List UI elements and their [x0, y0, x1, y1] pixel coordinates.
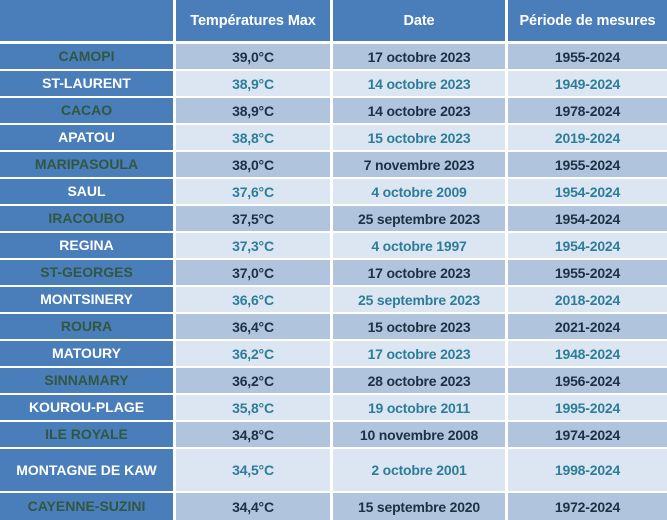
cell-date: 15 octobre 2023: [333, 125, 508, 152]
cell-station: SINNAMARY: [0, 368, 176, 395]
column-header-station: [0, 0, 176, 44]
cell-period: 1955-2024: [508, 44, 667, 71]
cell-period: 1954-2024: [508, 206, 667, 233]
table-row: SINNAMARY 36,2°C 28 octobre 2023 1956-2024: [0, 368, 667, 395]
cell-date: 28 octobre 2023: [333, 368, 508, 395]
cell-period: 1978-2024: [508, 98, 667, 125]
cell-temperature: 34,4°C: [176, 493, 333, 520]
table-row: ST-LAURENT 38,9°C 14 octobre 2023 1949-2024: [0, 71, 667, 98]
cell-station: ROURA: [0, 314, 176, 341]
cell-date: 4 octobre 1997: [333, 233, 508, 260]
cell-temperature: 38,0°C: [176, 152, 333, 179]
cell-period: 1998-2024: [508, 449, 667, 493]
cell-station: KOUROU-PLAGE: [0, 395, 176, 422]
cell-period: 2018-2024: [508, 287, 667, 314]
table-row: ILE ROYALE 34,8°C 10 novembre 2008 1974-202…: [0, 422, 667, 449]
cell-temperature: 38,8°C: [176, 125, 333, 152]
cell-date: 4 octobre 2009: [333, 179, 508, 206]
cell-date: 25 septembre 2023: [333, 206, 508, 233]
table-row: ROURA 36,4°C 15 octobre 2023 2021-2024: [0, 314, 667, 341]
cell-station: IRACOUBO: [0, 206, 176, 233]
cell-date: 17 octobre 2023: [333, 260, 508, 287]
cell-temperature: 37,5°C: [176, 206, 333, 233]
cell-period: 1948-2024: [508, 341, 667, 368]
table-row: CACAO 38,9°C 14 octobre 2023 1978-2024: [0, 98, 667, 125]
cell-date: 15 septembre 2020: [333, 493, 508, 520]
cell-temperature: 35,8°C: [176, 395, 333, 422]
column-header-period: Période de mesures: [508, 0, 667, 44]
cell-temperature: 36,2°C: [176, 368, 333, 395]
cell-period: 1956-2024: [508, 368, 667, 395]
cell-period: 1955-2024: [508, 152, 667, 179]
table-row: MARIPASOULA 38,0°C 7 novembre 2023 1955-202…: [0, 152, 667, 179]
cell-period: 1995-2024: [508, 395, 667, 422]
cell-period: 1954-2024: [508, 233, 667, 260]
cell-period: 1949-2024: [508, 71, 667, 98]
column-header-temperature: Températures Max: [176, 0, 333, 44]
cell-station: APATOU: [0, 125, 176, 152]
cell-date: 10 novembre 2008: [333, 422, 508, 449]
column-header-date: Date: [333, 0, 508, 44]
cell-date: 17 octobre 2023: [333, 44, 508, 71]
cell-period: 2019-2024: [508, 125, 667, 152]
table-row: CAYENNE-SUZINI 34,4°C 15 septembre 2020 197…: [0, 493, 667, 520]
table-row: IRACOUBO 37,5°C 25 septembre 2023 1954-2024: [0, 206, 667, 233]
table-row: MATOURY 36,2°C 17 octobre 2023 1948-2024: [0, 341, 667, 368]
cell-station: CACAO: [0, 98, 176, 125]
cell-period: 1954-2024: [508, 179, 667, 206]
cell-date: 7 novembre 2023: [333, 152, 508, 179]
cell-temperature: 36,4°C: [176, 314, 333, 341]
cell-temperature: 34,5°C: [176, 449, 333, 493]
cell-date: 14 octobre 2023: [333, 98, 508, 125]
temperature-records-table: Températures Max Date Période de mesures…: [0, 0, 667, 520]
header-row: Températures Max Date Période de mesures: [0, 0, 667, 44]
cell-station: REGINA: [0, 233, 176, 260]
cell-temperature: 36,6°C: [176, 287, 333, 314]
cell-date: 14 octobre 2023: [333, 71, 508, 98]
table-header: Températures Max Date Période de mesures: [0, 0, 667, 44]
cell-station: CAMOPI: [0, 44, 176, 71]
cell-temperature: 39,0°C: [176, 44, 333, 71]
cell-period: 2021-2024: [508, 314, 667, 341]
cell-station: MONTSINERY: [0, 287, 176, 314]
table-row: KOUROU-PLAGE 35,8°C 19 octobre 2011 1995-20…: [0, 395, 667, 422]
cell-temperature: 37,0°C: [176, 260, 333, 287]
cell-station: MONTAGNE DE KAW: [0, 449, 176, 493]
cell-period: 1972-2024: [508, 493, 667, 520]
cell-date: 17 octobre 2023: [333, 341, 508, 368]
table-row: MONTSINERY 36,6°C 25 septembre 2023 2018-20…: [0, 287, 667, 314]
cell-station: ST-GEORGES: [0, 260, 176, 287]
table-row: MONTAGNE DE KAW 34,5°C 2 octobre 2001 1998-…: [0, 449, 667, 493]
cell-date: 25 septembre 2023: [333, 287, 508, 314]
cell-station: MARIPASOULA: [0, 152, 176, 179]
table-body: CAMOPI 39,0°C 17 octobre 2023 1955-2024 ST-L…: [0, 44, 667, 520]
cell-temperature: 38,9°C: [176, 71, 333, 98]
cell-temperature: 38,9°C: [176, 98, 333, 125]
cell-date: 15 octobre 2023: [333, 314, 508, 341]
cell-temperature: 37,6°C: [176, 179, 333, 206]
cell-period: 1955-2024: [508, 260, 667, 287]
cell-station: SAUL: [0, 179, 176, 206]
cell-temperature: 34,8°C: [176, 422, 333, 449]
cell-station: MATOURY: [0, 341, 176, 368]
cell-station: ILE ROYALE: [0, 422, 176, 449]
cell-date: 2 octobre 2001: [333, 449, 508, 493]
cell-period: 1974-2024: [508, 422, 667, 449]
cell-station: ST-LAURENT: [0, 71, 176, 98]
table-row: CAMOPI 39,0°C 17 octobre 2023 1955-2024: [0, 44, 667, 71]
table-row: REGINA 37,3°C 4 octobre 1997 1954-2024: [0, 233, 667, 260]
table-row: APATOU 38,8°C 15 octobre 2023 2019-2024: [0, 125, 667, 152]
cell-date: 19 octobre 2011: [333, 395, 508, 422]
table-row: ST-GEORGES 37,0°C 17 octobre 2023 1955-2024: [0, 260, 667, 287]
table-row: SAUL 37,6°C 4 octobre 2009 1954-2024: [0, 179, 667, 206]
cell-temperature: 36,2°C: [176, 341, 333, 368]
cell-station: CAYENNE-SUZINI: [0, 493, 176, 520]
cell-temperature: 37,3°C: [176, 233, 333, 260]
